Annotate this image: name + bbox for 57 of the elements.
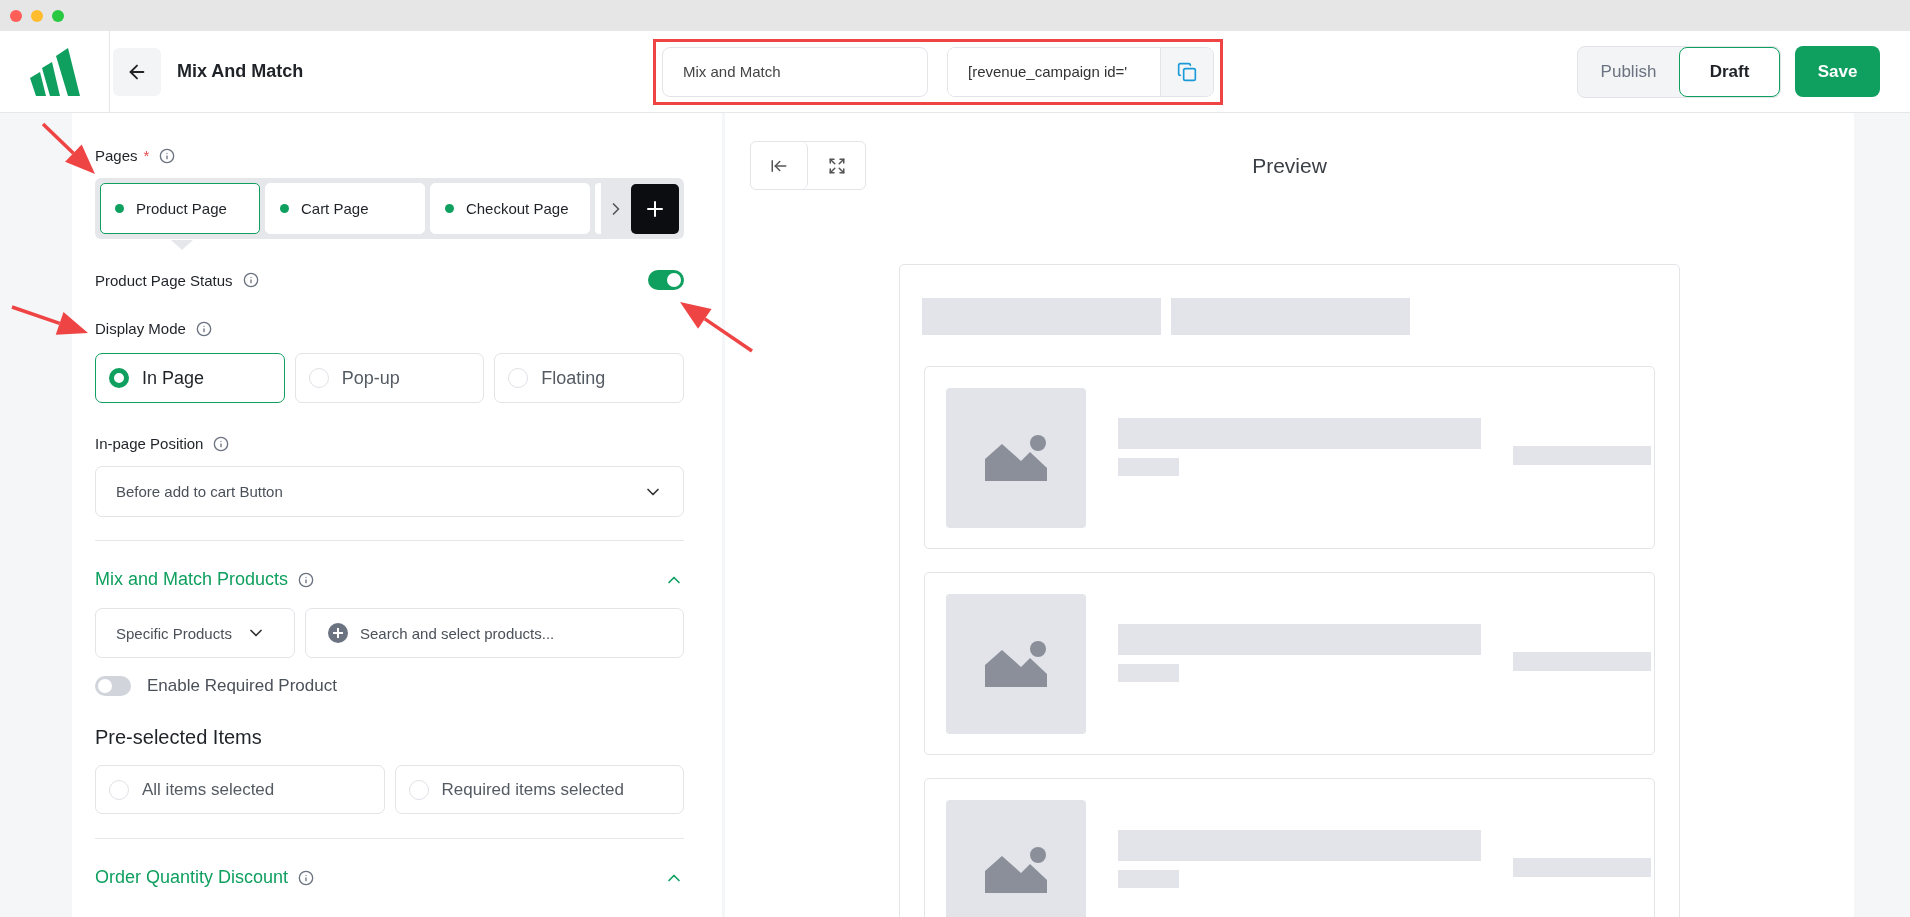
- logo-icon: [30, 47, 80, 96]
- back-button[interactable]: [113, 47, 161, 96]
- add-page-button[interactable]: [630, 183, 679, 234]
- field-label: Product Page Status: [95, 271, 233, 289]
- close-light-icon[interactable]: [10, 9, 22, 22]
- expand-icon: [827, 156, 846, 175]
- preselect-option[interactable]: All items selected: [95, 765, 385, 814]
- status-option[interactable]: Publish: [1578, 46, 1679, 97]
- display-mode-option[interactable]: Floating: [494, 353, 684, 403]
- info-icon: [195, 320, 212, 337]
- position-select[interactable]: Before add to cart Button: [95, 466, 684, 517]
- product-scope-select[interactable]: Specific Products: [95, 608, 295, 658]
- radio-icon: [408, 779, 429, 800]
- info-icon: [242, 272, 259, 288]
- page-title: Mix And Match: [177, 61, 305, 82]
- skeleton-bar: [1118, 664, 1179, 682]
- subsection-title: Pre-selected Items: [95, 726, 263, 749]
- required-mark: *: [143, 147, 150, 164]
- section-title: Order Quantity Discount: [95, 867, 289, 888]
- field-label: In-page Position: [95, 435, 204, 452]
- copy-button[interactable]: [1160, 47, 1213, 96]
- status-dot-icon: [115, 204, 124, 213]
- info-icon: [159, 147, 176, 164]
- copy-icon: [1177, 61, 1197, 82]
- campaign-name-field[interactable]: Mix and Match: [662, 46, 928, 97]
- product-search-field[interactable]: Search and select products...: [305, 608, 684, 658]
- radio-icon: [109, 368, 129, 388]
- radio-icon: [109, 779, 129, 800]
- preview-title: Preview: [1252, 153, 1327, 178]
- toggle-label: Enable Required Product: [147, 676, 337, 696]
- info-icon: [298, 571, 315, 588]
- info-icon: [213, 435, 230, 452]
- required-product-toggle[interactable]: [95, 676, 131, 696]
- status-option[interactable]: Draft: [1679, 46, 1780, 97]
- radio-icon: [508, 368, 529, 388]
- field-label: Pages: [95, 147, 138, 164]
- status-dot-icon: [444, 204, 454, 213]
- skeleton-bar: [1118, 458, 1179, 476]
- page-tab[interactable]: Cart Page: [264, 183, 425, 234]
- add-circle-icon: [328, 623, 348, 643]
- image-placeholder-icon: [985, 435, 1047, 481]
- zoom-light-icon[interactable]: [52, 9, 64, 22]
- skeleton-bar: [1118, 870, 1179, 888]
- image-placeholder-icon: [985, 847, 1047, 893]
- radio-icon: [308, 368, 329, 388]
- preselect-option[interactable]: Required items selected: [394, 765, 684, 814]
- display-mode-option[interactable]: In Page: [95, 353, 285, 403]
- page-tab[interactable]: Checkout Page: [429, 183, 590, 234]
- field-label: Display Mode: [95, 320, 186, 337]
- image-placeholder-icon: [985, 641, 1047, 687]
- status-dot-icon: [279, 204, 289, 213]
- status-toggle[interactable]: [648, 270, 684, 290]
- shortcode-field[interactable]: [revenue_campaign id=': [947, 46, 1214, 97]
- section-title: Mix and Match Products: [95, 569, 289, 590]
- info-icon: [298, 869, 315, 886]
- display-mode-option[interactable]: Pop-up: [294, 353, 485, 403]
- page-tab[interactable]: Product Page: [100, 183, 260, 234]
